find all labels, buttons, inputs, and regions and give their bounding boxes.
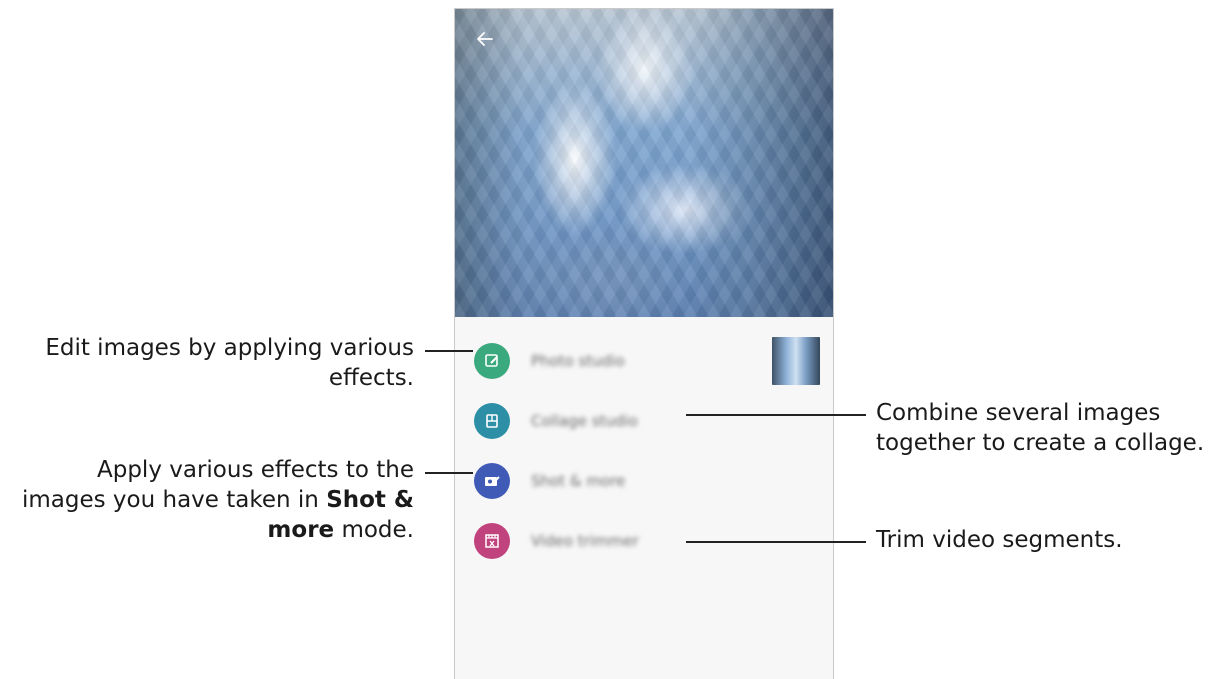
callout-line-photo-studio [425, 350, 473, 352]
photo-thumbnail[interactable] [772, 337, 820, 385]
callout-line-collage-studio [686, 414, 866, 416]
callout-photo-studio: Edit images by applying various effects. [45, 335, 414, 391]
shot-more-icon [474, 463, 510, 499]
callout-video-trimmer: Trim video segments. [876, 527, 1123, 553]
menu-item-label: Video trimmer [531, 532, 639, 550]
menu-item-shot-more[interactable]: Shot & more [455, 451, 833, 511]
menu-item-label: Photo studio [531, 352, 625, 370]
header-image [455, 9, 833, 317]
photo-edit-icon [474, 343, 510, 379]
callout-line-video-trimmer [686, 541, 866, 543]
menu-item-label: Shot & more [531, 472, 626, 490]
callout-line-shot-more [425, 472, 473, 474]
phone-screen: Photo studio Collage studio Shot & more [454, 8, 834, 679]
collage-icon [474, 403, 510, 439]
video-trim-icon [474, 523, 510, 559]
callout-shot-more: Apply various effects to the images you … [22, 457, 414, 543]
arrow-left-icon [475, 29, 495, 53]
callout-collage-studio: Combine several images together to creat… [876, 400, 1205, 456]
menu-item-collage-studio[interactable]: Collage studio [455, 391, 833, 451]
back-button[interactable] [469, 25, 501, 57]
menu-item-label: Collage studio [531, 412, 638, 430]
